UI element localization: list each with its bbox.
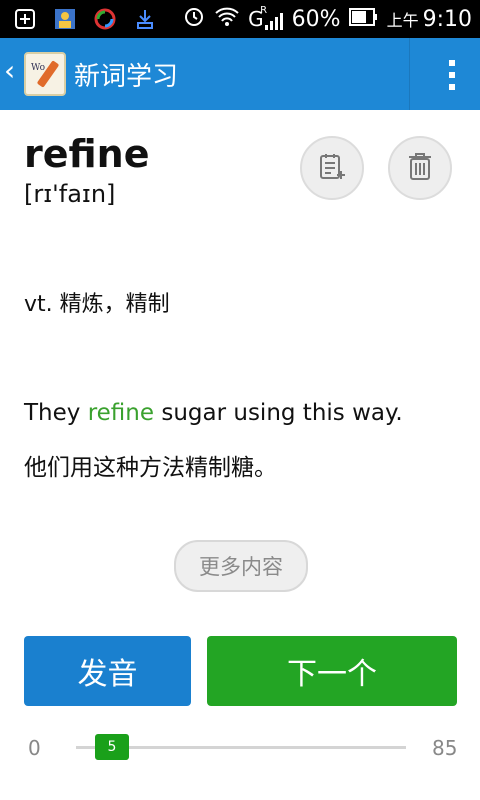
battery-percent: 60% (291, 6, 341, 32)
next-word-button[interactable]: 下一个 (207, 636, 457, 706)
pronounce-button[interactable]: 发音 (24, 636, 191, 706)
app-logo-icon (92, 6, 118, 32)
notification-icons (12, 6, 158, 32)
progress-min-label: 0 (28, 736, 41, 760)
app-title: 新词学习 (74, 62, 179, 92)
wifi-icon (214, 5, 240, 33)
download-icon (132, 6, 158, 32)
note-add-icon (317, 151, 347, 185)
app-logo[interactable]: Wo (24, 52, 66, 96)
progress-thumb[interactable]: 5 (95, 734, 129, 760)
example-en-before: They (24, 400, 88, 426)
word-title: refine (24, 132, 150, 176)
back-chevron-icon[interactable]: ‹ (4, 54, 15, 87)
roaming-label: R (260, 5, 268, 16)
example-sentence-zh: 他们用这种方法精制糖。 (24, 455, 277, 481)
app-logo-text-icon: Wo (31, 63, 46, 73)
am-pm-label: 上午 (386, 11, 419, 30)
phonetic: [rɪ'faɪn] (24, 180, 116, 208)
delete-word-button[interactable] (388, 136, 452, 200)
clock: 9:10 (422, 6, 472, 32)
example-sentence-en: They refine sugar using this way. (24, 400, 403, 426)
add-icon (12, 6, 38, 32)
status-bar: G R 60% 上午 9:10 (0, 0, 480, 38)
example-en-highlight: refine (87, 400, 155, 426)
divider (409, 38, 410, 110)
contacts-icon (52, 6, 78, 32)
status-right: G R 60% 上午 9:10 (182, 0, 472, 38)
progress-max-label: 85 (432, 736, 458, 760)
more-content-button[interactable]: 更多内容 (174, 540, 308, 592)
trash-icon (407, 151, 433, 185)
alarm-icon (182, 4, 206, 34)
app-bar: ‹ Wo 新词学习 (0, 38, 480, 110)
add-to-notebook-button[interactable] (300, 136, 364, 200)
battery-icon (348, 7, 379, 32)
example-en-after: sugar using this way. (154, 400, 403, 426)
definition: vt. 精炼，精制 (24, 292, 170, 317)
signal-icon: G R (248, 5, 284, 31)
overflow-menu-icon[interactable] (448, 60, 456, 90)
